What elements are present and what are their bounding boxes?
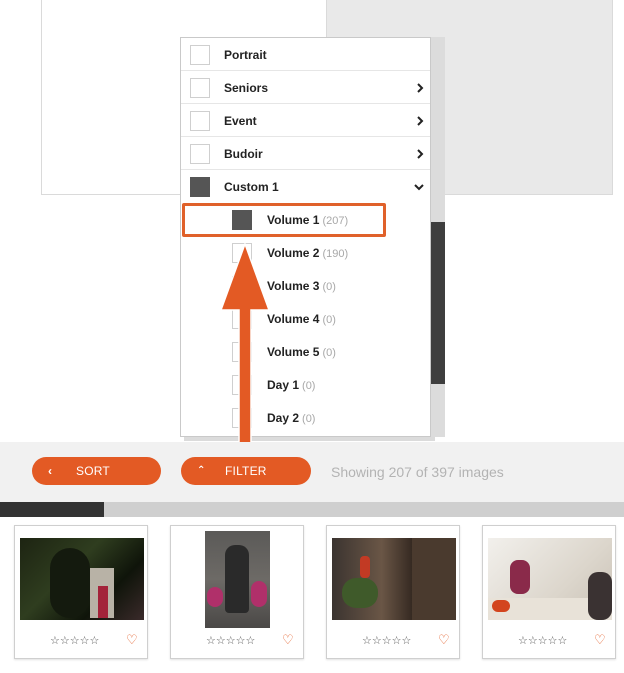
heart-icon[interactable]: ♡: [438, 632, 450, 648]
heart-icon[interactable]: ♡: [126, 632, 138, 648]
seniors-checkbox[interactable]: [190, 78, 210, 98]
annotation-arrow-icon: [219, 241, 271, 455]
filter-item-portrait[interactable]: Portrait: [181, 38, 430, 71]
chevron-left-icon: ‹: [48, 464, 53, 478]
filter-button[interactable]: ⌃ FILTER: [181, 457, 311, 485]
photo-thumbnail[interactable]: [205, 531, 270, 628]
custom-1-checkbox[interactable]: [190, 177, 210, 197]
thumbnail-card[interactable]: ☆☆☆☆☆ ♡: [170, 525, 304, 659]
filter-item-event[interactable]: Event: [181, 104, 430, 137]
count-badge: (0): [302, 380, 316, 392]
gallery-progress-fill: [0, 502, 104, 517]
sort-button-label: SORT: [76, 464, 110, 478]
photo-thumbnail[interactable]: [332, 538, 456, 620]
event-checkbox[interactable]: [190, 111, 210, 131]
thumbnail-card[interactable]: ☆☆☆☆☆ ♡: [326, 525, 460, 659]
heart-icon[interactable]: ♡: [594, 632, 606, 648]
rating-stars[interactable]: ☆☆☆☆☆: [362, 634, 411, 647]
filter-item-label: Seniors: [224, 81, 269, 95]
heart-icon[interactable]: ♡: [282, 632, 294, 648]
budoir-checkbox[interactable]: [190, 144, 210, 164]
count-badge: (0): [322, 314, 336, 326]
filter-item-label: Budoir: [224, 147, 263, 161]
count-badge: (190): [322, 248, 349, 260]
count-badge: (0): [322, 281, 336, 293]
rating-stars[interactable]: ☆☆☆☆☆: [518, 634, 567, 647]
photo-thumbnail[interactable]: [488, 538, 612, 620]
rating-stars[interactable]: ☆☆☆☆☆: [50, 634, 99, 647]
filter-item-custom-1[interactable]: Custom 1: [181, 170, 430, 203]
filter-subitem-label: Volume 2 (190): [267, 246, 349, 260]
filter-item-seniors[interactable]: Seniors: [181, 71, 430, 104]
filter-item-label: Custom 1: [224, 180, 279, 194]
chevron-down-icon[interactable]: [413, 181, 425, 193]
thumbnail-card[interactable]: ☆☆☆☆☆ ♡: [14, 525, 148, 659]
chevron-up-icon: ⌃: [197, 465, 206, 476]
photo-thumbnail[interactable]: [20, 538, 144, 620]
chevron-right-icon[interactable]: [415, 148, 425, 160]
annotation-highlight-box: [182, 203, 386, 237]
filter-item-budoir[interactable]: Budoir: [181, 137, 430, 170]
chevron-right-icon[interactable]: [415, 115, 425, 127]
filter-button-label: FILTER: [225, 464, 267, 478]
portrait-checkbox[interactable]: [190, 45, 210, 65]
filter-subitem-label: Volume 3 (0): [267, 279, 336, 293]
thumbnail-card[interactable]: ☆☆☆☆☆ ♡: [482, 525, 616, 659]
filter-subitem-label: Volume 4 (0): [267, 312, 336, 326]
rating-stars[interactable]: ☆☆☆☆☆: [206, 634, 255, 647]
dropdown-scrollbar-thumb[interactable]: [431, 222, 445, 384]
filter-subitem-label: Volume 5 (0): [267, 345, 336, 359]
filter-item-label: Portrait: [224, 48, 267, 62]
image-count-status: Showing 207 of 397 images: [331, 464, 504, 480]
chevron-right-icon[interactable]: [415, 82, 425, 94]
count-badge: (0): [322, 347, 336, 359]
sort-button[interactable]: ‹ SORT: [32, 457, 161, 485]
count-badge: (0): [302, 413, 316, 425]
filter-item-label: Event: [224, 114, 257, 128]
